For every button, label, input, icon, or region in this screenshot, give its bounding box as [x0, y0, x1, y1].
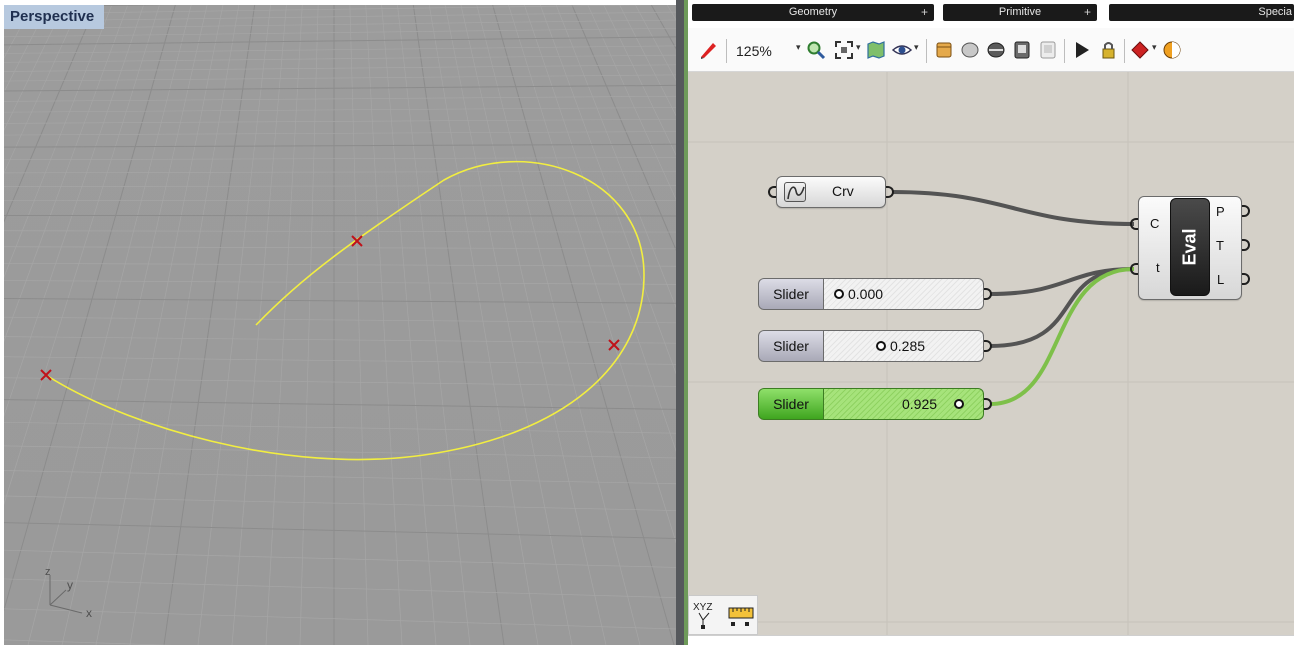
color-preview-icon[interactable] — [1162, 40, 1182, 60]
bake-icon[interactable] — [1130, 40, 1150, 60]
lock-solver-icon[interactable] — [1098, 40, 1118, 60]
preview-dropdown-icon[interactable]: ▾ — [914, 42, 919, 53]
wire-slider3-to-t — [989, 267, 1135, 406]
grasshopper-window: Geometry + Primitive + Specia 125% ▾ ▾ ▾… — [688, 0, 1294, 645]
component-tab-bar: Geometry + Primitive + Specia — [688, 0, 1294, 28]
slider-rail[interactable]: 0.285 — [824, 330, 984, 362]
viewport-title[interactable]: Perspective — [4, 5, 105, 29]
ruler-icon[interactable] — [728, 607, 754, 626]
zoom-extents-dropdown-icon[interactable]: ▾ — [856, 42, 861, 53]
solver-play-icon[interactable] — [1072, 40, 1092, 60]
preview-eye-icon[interactable] — [892, 40, 912, 60]
grasshopper-canvas[interactable]: Crv Slider 0.000 Slider 0.285 Slider 0.9… — [688, 72, 1294, 635]
slider-value: 0.925 — [902, 396, 938, 412]
wireframe-preview-icon[interactable] — [934, 40, 954, 60]
toolbar-separator — [1124, 39, 1125, 63]
slider-name[interactable]: Slider — [758, 330, 824, 362]
slider-output-grip[interactable] — [984, 288, 992, 300]
slider-knob[interactable] — [834, 289, 844, 299]
output-port-t: T — [1216, 238, 1224, 253]
disabled-preview-icon[interactable] — [1038, 40, 1058, 60]
input-grip-t[interactable] — [1130, 263, 1138, 275]
sketch-pen-icon[interactable] — [698, 40, 718, 60]
zoom-dropdown-icon[interactable]: ▾ — [796, 42, 801, 53]
crv-input-grip[interactable] — [768, 186, 776, 198]
wire-crv-to-c[interactable] — [891, 190, 1135, 226]
shaded-preview-icon[interactable] — [960, 40, 980, 60]
viewport-scene[interactable]: z y x — [4, 5, 676, 645]
slider-output-grip[interactable] — [984, 340, 992, 352]
zoom-level[interactable]: 125% — [736, 43, 772, 59]
zoom-extents-icon[interactable] — [834, 40, 854, 60]
evaluate-curve-component[interactable]: C t Eval P T L — [1130, 196, 1250, 300]
tab-label: Geometry — [788, 6, 838, 18]
bake-dropdown-icon[interactable]: ▾ — [1152, 42, 1157, 53]
input-port-c: C — [1150, 216, 1160, 231]
tab-special[interactable]: Specia — [1109, 4, 1294, 21]
slider-value: 0.000 — [848, 286, 884, 302]
output-port-p: P — [1216, 204, 1225, 219]
tab-label: Primitive — [998, 6, 1042, 18]
named-views-icon[interactable] — [866, 40, 886, 60]
curve-parameter-label: Crv — [832, 183, 854, 199]
slider-name[interactable]: Slider — [758, 388, 824, 420]
slider-output-grip[interactable] — [984, 398, 992, 410]
axis-y-label: y — [67, 578, 73, 592]
number-slider[interactable]: Slider 0.000 — [758, 278, 996, 310]
rhino-perspective-viewport[interactable]: z y x Perspective — [4, 5, 676, 645]
expand-icon[interactable]: + — [921, 4, 928, 21]
tab-primitive[interactable]: Primitive + — [943, 4, 1097, 21]
toolbar-separator — [726, 39, 727, 63]
zoom-icon[interactable] — [806, 40, 826, 60]
output-port-l: L — [1217, 272, 1225, 287]
canvas-toolbar: 125% ▾ ▾ ▾ ▾ — [688, 28, 1294, 72]
slider-rail[interactable]: 0.925 — [824, 388, 984, 420]
number-slider-active[interactable]: Slider 0.925 — [758, 388, 996, 420]
input-port-t: t — [1156, 260, 1160, 275]
tab-label: Specia — [1258, 6, 1292, 18]
toolbar-separator — [926, 39, 927, 63]
curve-param-icon — [784, 182, 806, 202]
toolbar-separator — [1064, 39, 1065, 63]
canvas-bottom-border — [688, 635, 1294, 645]
axis-z-label: z — [45, 566, 51, 578]
document-preview-icon[interactable] — [1012, 40, 1032, 60]
slider-rail[interactable]: 0.000 — [824, 278, 984, 310]
slider-value: 0.285 — [890, 338, 926, 354]
input-grip-c[interactable] — [1130, 218, 1138, 230]
svg-text:XYZ: XYZ — [693, 602, 712, 613]
expand-icon[interactable]: + — [1084, 4, 1091, 21]
slider-knob[interactable] — [954, 399, 964, 409]
canvas-status-widgets: XYZ — [688, 595, 758, 635]
xyz-coordinate-icon[interactable]: XYZ — [693, 602, 712, 629]
axis-x-label: x — [86, 606, 92, 620]
splitter-bar[interactable] — [676, 0, 684, 645]
curve-parameter[interactable]: Crv — [768, 176, 894, 208]
number-slider[interactable]: Slider 0.285 — [758, 330, 996, 362]
slider-name[interactable]: Slider — [758, 278, 824, 310]
evaluate-label: Eval — [1179, 228, 1200, 266]
tab-geometry[interactable]: Geometry + — [692, 4, 934, 21]
selected-preview-icon[interactable] — [986, 40, 1006, 60]
slider-knob[interactable] — [876, 341, 886, 351]
